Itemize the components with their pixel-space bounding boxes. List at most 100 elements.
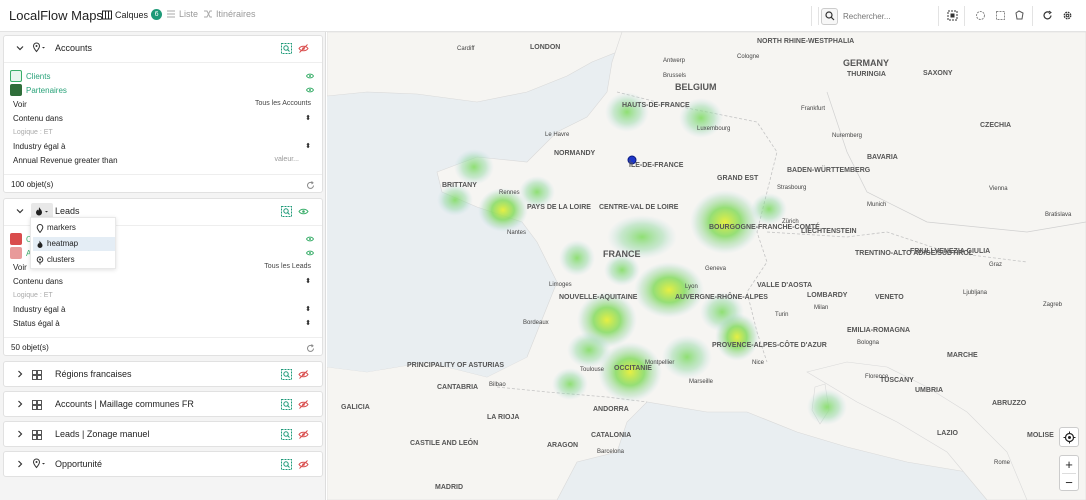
settings-button[interactable] bbox=[1061, 9, 1073, 21]
filter-annual-revenue[interactable]: Annual Revenue greater than valeur... bbox=[13, 156, 313, 168]
select-arrows-icon[interactable]: ⬍ bbox=[305, 277, 311, 285]
eye-off-icon[interactable] bbox=[298, 459, 309, 470]
map-canvas[interactable]: LONDON NORTH RHINE-WESTPHALIA GERMANY TH… bbox=[327, 32, 1086, 500]
chevron-right-icon[interactable] bbox=[16, 430, 24, 438]
map-label: FRANCE bbox=[603, 249, 641, 259]
tab-calques[interactable]: Calques 6 bbox=[102, 9, 163, 20]
map-label: NORTH RHINE-WESTPHALIA bbox=[757, 38, 855, 45]
chevron-right-icon[interactable] bbox=[16, 460, 24, 468]
refresh-icon[interactable] bbox=[306, 344, 315, 353]
map-label: CATALONIA bbox=[591, 432, 632, 439]
search-input[interactable] bbox=[843, 11, 923, 21]
zoom-to-layer-icon[interactable] bbox=[281, 399, 292, 410]
eye-icon[interactable] bbox=[298, 206, 309, 217]
map-label: TRENTINO-ALTO ADIGE/SÜDTIROL bbox=[855, 250, 974, 257]
shuffle-icon bbox=[204, 10, 212, 18]
zoom-to-layer-icon[interactable] bbox=[281, 43, 292, 54]
layer-opportunite[interactable]: Opportunité bbox=[3, 451, 323, 477]
zoom-out-button[interactable]: − bbox=[1060, 474, 1078, 491]
map-pin-dropdown-icon[interactable] bbox=[32, 42, 46, 54]
map-label: LAZIO bbox=[937, 430, 958, 437]
eye-off-icon[interactable] bbox=[298, 43, 309, 54]
filter-status[interactable]: Status égal à ⬍ bbox=[13, 319, 313, 331]
sublayer-clients[interactable]: Clients bbox=[10, 70, 50, 82]
zoom-control: + − bbox=[1059, 455, 1079, 491]
map-pin-dropdown-icon[interactable] bbox=[32, 458, 46, 470]
filter-industry[interactable]: Industry égal à ⬍ bbox=[13, 305, 313, 317]
map-pin-icon bbox=[36, 224, 44, 233]
gear-icon bbox=[1063, 11, 1071, 19]
map-label: ANDORRA bbox=[593, 406, 629, 413]
map-label: THURINGIA bbox=[847, 71, 886, 78]
map-label: BADEN-WÜRTTEMBERG bbox=[787, 167, 871, 174]
filter-voir[interactable]: Voir Tous les Accounts bbox=[13, 100, 313, 112]
eye-off-icon[interactable] bbox=[298, 399, 309, 410]
zoom-to-layer-icon[interactable] bbox=[281, 369, 292, 380]
region-grid-icon[interactable] bbox=[32, 430, 42, 440]
chart-icon bbox=[10, 84, 22, 96]
object-count: 50 objet(s) bbox=[11, 343, 49, 352]
divider bbox=[1032, 6, 1033, 26]
city-label: Zürich bbox=[782, 219, 799, 225]
search-button[interactable] bbox=[821, 7, 838, 25]
layer-name: Opportunité bbox=[55, 459, 103, 469]
zoom-to-layer-icon[interactable] bbox=[281, 429, 292, 440]
refresh-icon bbox=[1042, 10, 1052, 19]
chevron-down-icon[interactable] bbox=[16, 207, 24, 215]
locate-button[interactable] bbox=[1059, 427, 1079, 447]
viz-option-heatmap[interactable]: heatmap bbox=[33, 237, 115, 251]
map-label: VENETO bbox=[875, 294, 904, 301]
map-label: CASTILE AND LEÓN bbox=[410, 440, 479, 447]
eye-icon[interactable] bbox=[306, 235, 314, 243]
eye-icon[interactable] bbox=[306, 86, 314, 94]
map-label: NOUVELLE-AQUITAINE bbox=[559, 294, 638, 301]
select-value[interactable]: Tous les Leads bbox=[264, 263, 311, 270]
filter-industry[interactable]: Industry égal à ⬍ bbox=[13, 142, 313, 154]
zoom-to-layer-icon[interactable] bbox=[281, 206, 292, 217]
select-arrows-icon[interactable]: ⬍ bbox=[305, 319, 311, 327]
map-label: PRINCIPALITY OF ASTURIAS bbox=[407, 362, 505, 369]
layer-header[interactable]: Accounts bbox=[4, 36, 322, 62]
region-grid-icon[interactable] bbox=[32, 370, 42, 380]
eye-off-icon[interactable] bbox=[298, 429, 309, 440]
viz-option-clusters[interactable]: clusters bbox=[33, 253, 115, 267]
sublayer-partenaires[interactable]: Partenaires bbox=[10, 84, 67, 96]
draw-circle-button[interactable] bbox=[974, 9, 986, 21]
eye-icon[interactable] bbox=[306, 249, 314, 257]
filter-contenu-dans[interactable]: Contenu dans ⬍ bbox=[13, 277, 313, 289]
chevron-right-icon[interactable] bbox=[16, 400, 24, 408]
zoom-in-button[interactable]: + bbox=[1060, 456, 1078, 473]
eye-off-icon[interactable] bbox=[298, 369, 309, 380]
value-input[interactable]: valeur... bbox=[274, 156, 299, 163]
layer-regions-francaises[interactable]: Régions francaises bbox=[3, 361, 323, 387]
draw-polygon-button[interactable] bbox=[1013, 9, 1025, 21]
chevron-down-icon[interactable] bbox=[16, 44, 24, 52]
layer-name: Régions francaises bbox=[55, 369, 132, 379]
map-label: VALLE D'AOSTA bbox=[757, 282, 813, 289]
eye-icon[interactable] bbox=[306, 72, 314, 80]
select-value[interactable]: Tous les Accounts bbox=[255, 100, 311, 107]
filter-contenu-dans[interactable]: Contenu dans ⬍ bbox=[13, 114, 313, 126]
draw-rectangle-button[interactable] bbox=[994, 9, 1006, 21]
divider bbox=[964, 6, 965, 26]
viz-option-markers[interactable]: markers bbox=[33, 221, 115, 235]
zoom-to-layer-icon[interactable] bbox=[281, 459, 292, 470]
chevron-right-icon[interactable] bbox=[16, 370, 24, 378]
city-label: Bilbao bbox=[489, 382, 506, 388]
region-grid-icon[interactable] bbox=[32, 400, 42, 410]
map-label: BELGIUM bbox=[675, 82, 717, 92]
select-arrows-icon[interactable]: ⬍ bbox=[305, 305, 311, 313]
divider bbox=[4, 174, 322, 175]
sublayer-item[interactable]: A bbox=[10, 247, 31, 259]
select-arrows-icon[interactable]: ⬍ bbox=[305, 114, 311, 122]
map-label: LOMBARDY bbox=[807, 292, 848, 299]
city-label: Le Havre bbox=[545, 132, 570, 138]
tab-liste[interactable]: Liste bbox=[166, 9, 198, 19]
layer-leads-zonage[interactable]: Leads | Zonage manuel bbox=[3, 421, 323, 447]
tab-itineraires[interactable]: Itinéraires bbox=[203, 9, 256, 19]
select-arrows-icon[interactable]: ⬍ bbox=[305, 142, 311, 150]
refresh-icon[interactable] bbox=[306, 181, 315, 190]
layer-accounts-maillage[interactable]: Accounts | Maillage communes FR bbox=[3, 391, 323, 417]
refresh-button[interactable] bbox=[1041, 9, 1053, 21]
select-area-button[interactable] bbox=[946, 9, 958, 21]
